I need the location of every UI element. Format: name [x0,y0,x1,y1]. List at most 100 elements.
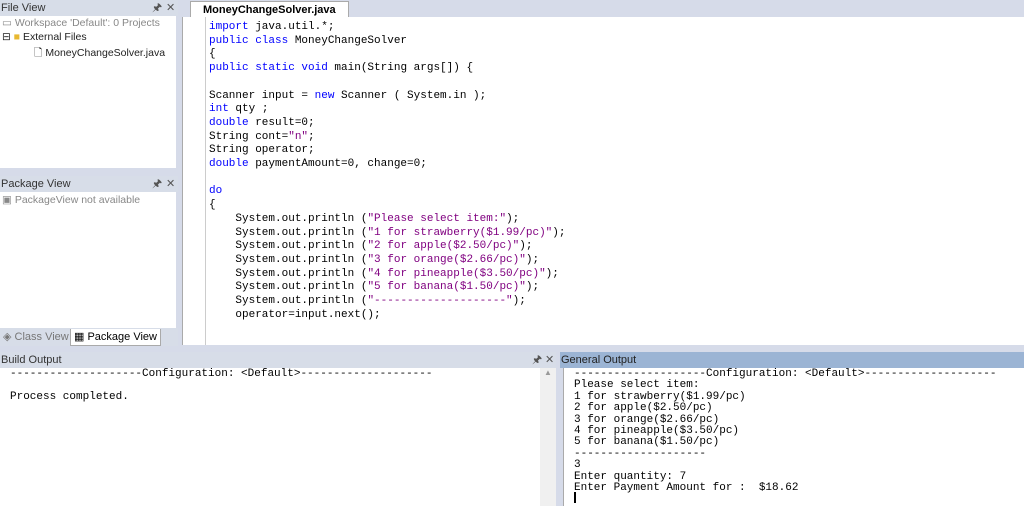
code-token: System.out.println ( [209,240,368,253]
code-token: System.out.println ( [209,281,368,294]
code-token: ); [512,295,526,308]
code-line: double paymentAmount=0, change=0; [209,158,565,172]
close-icon[interactable]: ✕ [166,176,175,192]
package-view-label: Package View [87,331,157,343]
code-token: "3 for orange($2.66/pc)" [367,253,526,266]
code-line: operator=input.next(); [209,309,565,323]
code-token: ); [525,281,540,294]
code-token: public static void [209,62,328,75]
code-editor[interactable]: import java.util.*; public class MoneyCha… [182,17,1024,345]
text-cursor [574,492,576,503]
tab-package-view[interactable]: ▦ Package View [70,329,161,346]
code-line: System.out.println ("1 for strawberry($1… [209,227,565,241]
code-token: { [209,48,216,61]
code-token: double [209,158,249,171]
code-token: "--------------------" [367,295,513,308]
code-token: new [314,89,335,102]
output-line: --------------------Configuration: <Defa… [10,368,433,380]
close-icon[interactable]: ✕ [166,0,175,16]
code-line: public static void main(String args[]) { [209,62,565,76]
close-icon[interactable]: ✕ [545,352,554,368]
code-token: operator=input.next(); [209,308,381,321]
folder-icon: ■ [13,31,21,43]
build-scrollbar[interactable]: ▲ [540,368,556,506]
file-view-title: File View [1,2,46,14]
code-line: { [209,48,565,62]
package-view-message: ▣ PackageView not available [2,194,141,206]
code-token: result=0; [248,116,315,129]
code-token: public class [209,34,289,47]
code-line: import java.util.*; [209,21,565,35]
file-tree: ▭ Workspace 'Default': 0 Projects ⊟ ■ Ex… [0,16,176,168]
code-token: double [209,116,249,129]
code-token: "n" [288,130,309,143]
code-token: ); [519,240,533,253]
code-line: int qty ; [209,103,565,117]
editor-tab[interactable]: MoneyChangeSolver.java [190,1,349,18]
editor-gutter [183,17,206,345]
code-token: java.util.*; [248,21,335,33]
code-token: ); [545,267,559,280]
workspace-label: Workspace 'Default': 0 Projects [14,17,160,29]
java-file-icon: 🗋 [34,47,43,59]
code-token: "5 for banana($1.50/pc)" [367,281,526,294]
code-token: { [209,199,216,212]
code-token: Scanner input = [209,89,315,102]
code-line: double result=0; [209,117,565,131]
output-line: -------------------- [574,447,707,460]
code-line: System.out.println ("5 for banana($1.50/… [209,281,565,295]
tree-external-files[interactable]: ⊟ ■ External Files [2,31,87,43]
pin-icon[interactable]: 🖈 [152,0,162,16]
code-line: System.out.println ("-------------------… [209,295,565,309]
build-output-text: --------------------Configuration: <Defa… [10,368,433,403]
code-line: public class MoneyChangeSolver [209,35,565,49]
editor-tab-label: MoneyChangeSolver.java [203,4,336,16]
code-token: String operator; [209,144,315,157]
pin-icon[interactable]: 🖈 [152,176,162,192]
general-output-header: General Output [560,352,1024,368]
tree-workspace[interactable]: ▭ Workspace 'Default': 0 Projects [2,17,160,29]
external-files-label: External Files [22,31,87,43]
code-token: System.out.println ( [209,212,368,225]
package-message-text: PackageView not available [14,194,141,206]
code-line: { [209,199,565,213]
build-output-header: Build Output 🖈 ✕ [0,352,556,368]
code-token: import [209,21,249,33]
code-token: ); [552,226,566,239]
code-token: do [209,185,223,198]
tree-file[interactable]: 🗋 MoneyChangeSolver.java [34,45,165,63]
general-output-title: General Output [561,354,637,366]
file-label: MoneyChangeSolver.java [45,47,166,59]
code-token: "4 for pineapple($3.50/pc)" [367,267,546,280]
code-token: "2 for apple($2.50/pc)" [367,240,520,253]
code-token: int [209,103,229,116]
output-line: Enter Payment Amount for : $18.62 [574,482,799,495]
code-line: System.out.println ("4 for pineapple($3.… [209,268,565,282]
code-line: System.out.println ("3 for orange($2.66/… [209,254,565,268]
pin-icon[interactable]: 🖈 [532,352,542,368]
code-token: ); [506,212,520,225]
package-view-pane: ▣ PackageView not available [0,192,176,328]
class-view-label: Class View [14,331,69,343]
code-line: String cont="n"; [209,131,565,145]
left-tabbar: ◈ Class View ▦ Package View [0,328,178,346]
code-token: ); [525,253,540,266]
code-token: System.out.println ( [209,226,368,239]
code-token: System.out.println ( [209,295,368,308]
code-line: do [209,185,565,199]
code-token: "1 for strawberry($1.99/pc)" [367,226,553,239]
code-token: MoneyChangeSolver [288,34,408,47]
general-output-pane[interactable]: --------------------Configuration: <Defa… [563,368,1024,506]
output-line: Process completed. [10,390,129,403]
tab-class-view[interactable]: ◈ Class View [0,329,72,345]
code-token: Scanner ( System.in ); [334,89,487,102]
code-token: "Please select item:" [367,212,507,225]
code-line: System.out.println ("2 for apple($2.50/p… [209,240,565,254]
code-area[interactable]: import java.util.*; public class MoneyCha… [209,21,565,322]
code-line: Scanner input = new Scanner ( System.in … [209,90,565,104]
code-line: System.out.println ("Please select item:… [209,213,565,227]
general-output-text: --------------------Configuration: <Defa… [574,368,996,495]
package-view-header: Package View 🖈 ✕ [0,176,178,192]
